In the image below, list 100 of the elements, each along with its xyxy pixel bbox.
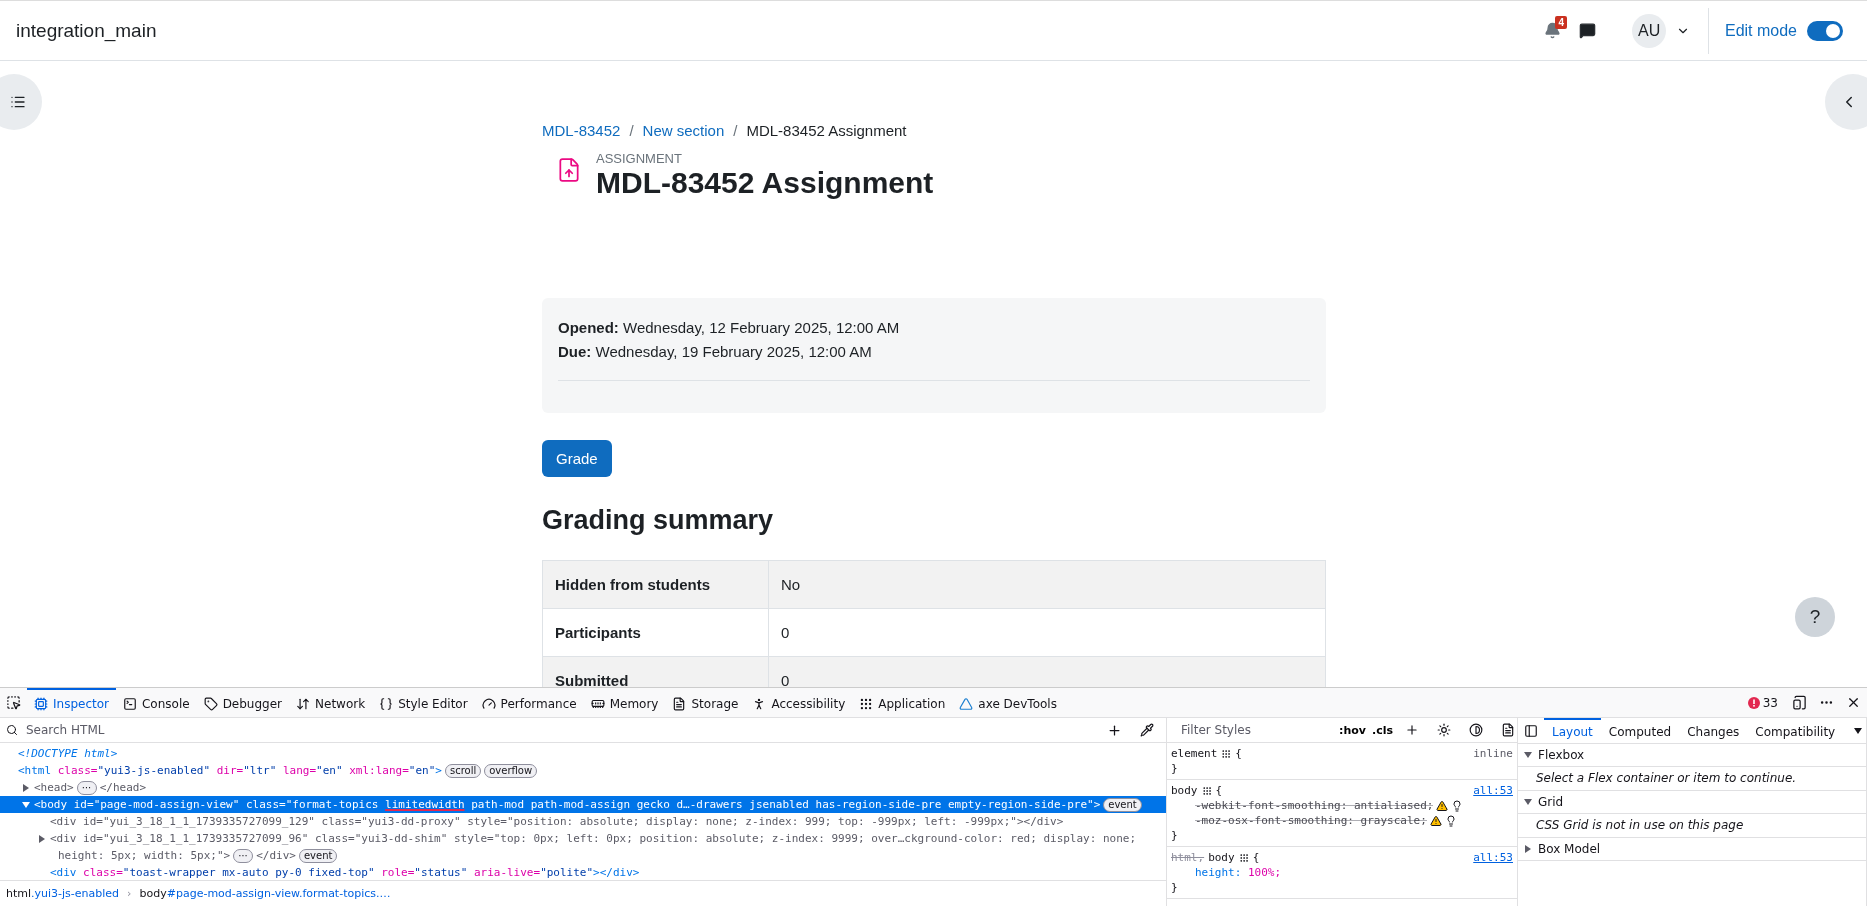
brace: { xyxy=(1215,783,1223,798)
markup-text: <body id="page-mod-assign-view" class="format-topics limitedwidth path-mod path-mod-assign gecko d…-drawers jsenabled has-region-side-pre empty-region-side-pre"> xyxy=(34,797,1101,813)
markup-badge[interactable]: event xyxy=(1103,797,1142,812)
cursor-icon xyxy=(6,695,21,710)
table-cell: 0 xyxy=(768,608,1326,657)
brace: } xyxy=(1171,828,1179,843)
devtools-tab[interactable]: Style Editor xyxy=(372,688,475,717)
page-title: MDL-83452 Assignment xyxy=(596,166,934,200)
node-breadcrumb[interactable]: body#page-mod-assign-view.format-topics.… xyxy=(139,887,391,900)
devtools-tab[interactable]: Memory xyxy=(583,688,666,717)
section-message: CSS Grid is not in use on this page xyxy=(1518,814,1866,838)
table-cell: No xyxy=(768,560,1326,609)
panel-icon xyxy=(1524,723,1538,738)
markup-badge[interactable]: ⋯ xyxy=(233,848,254,863)
help-button[interactable]: ? xyxy=(1795,597,1835,637)
arrows-icon xyxy=(296,696,311,711)
markup-text: <div id="yui_3_18_1_1_1739335727099_129" class="yui3-dd-proxy" style="position: absolute; display: none; z-index: 999; top: -999px; left: -999px;"></div> xyxy=(50,814,1064,830)
devtools-tab[interactable]: Console xyxy=(116,688,197,717)
date-text: Due: Wednesday, 19 February 2025, 12:00 AM xyxy=(558,342,873,362)
grid-dots-icon xyxy=(1221,748,1232,759)
markup-text: <div class="toast-wrapper mx-auto py-0 fixed-top" role="status" aria-live="polite"></div> xyxy=(50,865,640,880)
devtools-tab[interactable]: Network xyxy=(289,688,373,717)
markup-row[interactable]: <div class="toast-wrapper mx-auto py-0 fixed-top" role="status" aria-live="polite"></div> xyxy=(0,864,1166,880)
devtools-tab[interactable]: Application xyxy=(852,688,953,717)
markup-row[interactable]: <html class="yui3-js-enabled" dir="ltr" lang="en" xml:lang="en"> scroll overflow xyxy=(0,762,1166,779)
rule-source-link[interactable]: all:53 xyxy=(1473,850,1513,865)
markup-badge[interactable]: overflow xyxy=(484,763,538,778)
sun-icon xyxy=(1437,723,1451,737)
section-header[interactable]: Flexbox xyxy=(1518,744,1866,767)
current-page-label[interactable]: MDL-83452 Assignment xyxy=(746,122,907,139)
style-toggle-button[interactable]: :hov xyxy=(1339,723,1366,737)
search-icon xyxy=(6,724,18,736)
table-header-cell: Hidden from students xyxy=(542,560,769,609)
error-count: 33 xyxy=(1762,695,1778,710)
section-header[interactable]: Box Model xyxy=(1518,838,1866,861)
breadcrumb-link[interactable]: MDL-83452 xyxy=(542,122,621,139)
sidebar-tab[interactable]: Computed xyxy=(1600,718,1680,743)
sidebar-tab[interactable]: Changes xyxy=(1679,718,1748,743)
plus-icon xyxy=(1107,722,1122,738)
brace: { xyxy=(1252,850,1260,865)
rule-source-link[interactable]: all:53 xyxy=(1473,783,1513,798)
devtools-tab[interactable]: Performance xyxy=(474,688,584,717)
breadcrumb-separator: / xyxy=(629,122,634,139)
style-toggle-button[interactable]: .cls xyxy=(1371,723,1393,737)
error-icon xyxy=(1747,696,1760,709)
breadcrumb-separator: › xyxy=(127,887,132,900)
edit-mode-toggle[interactable] xyxy=(1807,20,1843,41)
filter-styles-field[interactable]: Filter Styles xyxy=(1179,722,1333,738)
terminal-icon xyxy=(123,696,137,711)
notification-count: 4 xyxy=(1555,16,1567,29)
notifications-button[interactable]: 4 xyxy=(1539,18,1565,43)
brace: } xyxy=(1171,880,1179,895)
breadcrumb-link[interactable]: New section xyxy=(642,122,725,139)
braces-icon xyxy=(379,696,394,711)
half-circle-icon xyxy=(1469,723,1483,737)
lightbulb-icon xyxy=(1444,814,1457,827)
sidebar-tab[interactable]: Compatibility xyxy=(1747,718,1844,743)
triangle-icon xyxy=(959,696,974,711)
document-icon xyxy=(672,696,687,711)
css-declaration: -moz-osx-font-smoothing: grayscale; xyxy=(1195,813,1427,828)
section-header[interactable]: Grid xyxy=(1518,791,1866,814)
node-breadcrumb[interactable]: html.yui3-js-enabled xyxy=(6,887,120,900)
grid-dots-icon xyxy=(859,696,874,711)
markup-row[interactable]: <div id="yui_3_18_1_1_1739335727099_129" class="yui3-dd-proxy" style="position: absolute; display: none; z-index: 999; top: -999px; left: -999px;"></div> xyxy=(0,813,1166,830)
css-declaration: height: 100%; xyxy=(1195,865,1282,880)
rule-origin-label[interactable]: inline xyxy=(1473,746,1513,761)
plus-icon xyxy=(1405,723,1419,737)
devtools-tab[interactable]: Inspector xyxy=(27,688,116,717)
grid-dots-icon xyxy=(1201,785,1212,796)
markup-text: </head> xyxy=(99,780,147,796)
devtools-tab[interactable]: Storage xyxy=(665,688,746,717)
site-name[interactable]: integration_main xyxy=(16,19,157,42)
file-upload-icon xyxy=(556,157,582,183)
devtools-tab[interactable]: Debugger xyxy=(196,688,290,717)
list-icon xyxy=(10,94,26,110)
gauge-icon xyxy=(481,696,496,711)
activity-type: ASSIGNMENT xyxy=(596,151,683,166)
markup-badge[interactable]: scroll xyxy=(444,763,482,778)
devtools-tab[interactable]: Accessibility xyxy=(745,688,853,717)
markup-badge[interactable]: ⋯ xyxy=(76,780,97,795)
warning-icon xyxy=(1436,799,1449,812)
search-html-field[interactable]: Search HTML xyxy=(24,722,1095,738)
sidebar-tab[interactable]: Layout xyxy=(1544,718,1601,743)
markup-row[interactable]: <!DOCTYPE html> xyxy=(0,745,1166,762)
grade-button[interactable]: Grade xyxy=(542,440,612,477)
devtools-tab[interactable]: axe DevTools xyxy=(952,688,1064,717)
chat-icon xyxy=(1578,22,1596,39)
user-avatar[interactable]: AU xyxy=(1631,13,1666,48)
grid-dots-icon xyxy=(1238,852,1249,863)
css-declaration: -webkit-font-smoothing: antialiased; xyxy=(1195,798,1434,813)
markup-row[interactable]: <body id="page-mod-assign-view" class="format-topics limitedwidth path-mod path-mod-assign gecko d…-drawers jsenabled has-region-side-pre empty-region-side-pre"> event xyxy=(0,796,1166,813)
markup-badge[interactable]: event xyxy=(298,848,338,863)
markup-text: height: 5px; width: 5px;"> xyxy=(58,848,231,864)
markup-text: </div> xyxy=(256,848,296,864)
section-heading: Grading summary xyxy=(542,505,775,536)
css-selector: body xyxy=(1208,850,1235,865)
section-message: Select a Flex container or item to continue. xyxy=(1518,767,1866,791)
markup-text: <html class="yui3-js-enabled" dir="ltr" lang="en" xml:lang="en"> xyxy=(18,763,442,779)
close-icon xyxy=(1846,695,1861,710)
breadcrumb-separator: / xyxy=(733,122,738,139)
